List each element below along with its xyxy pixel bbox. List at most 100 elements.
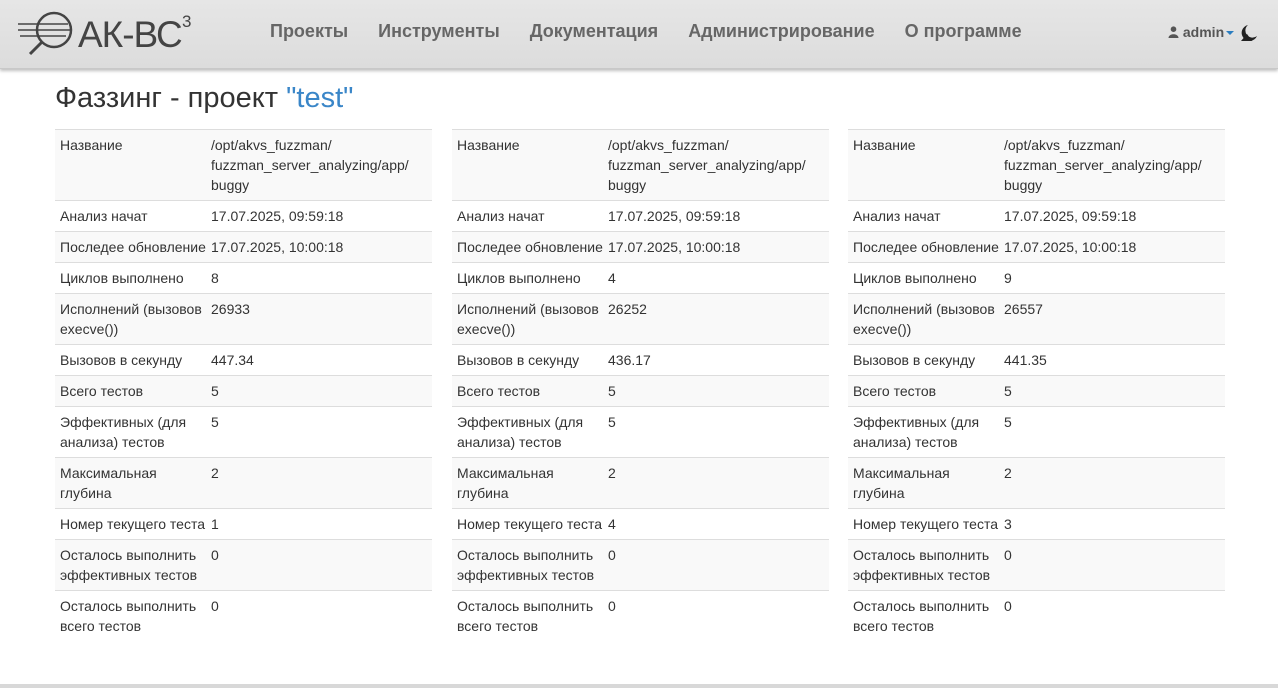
- page-title: Фаззинг - проект "test": [55, 82, 353, 115]
- stats-row: Эффективных (для анализа) тестов 5: [452, 406, 829, 457]
- nav-docs[interactable]: Документация: [515, 21, 673, 42]
- stats-panel-3: Название/opt/akvs_fuzzman/ fuzzman_serve…: [848, 129, 1225, 641]
- stat-value: 4: [608, 516, 616, 532]
- stat-value: 5: [211, 383, 219, 399]
- nav-projects[interactable]: Проекты: [255, 21, 363, 42]
- stat-label: Последее обновление: [60, 239, 206, 255]
- stat-label: Название: [457, 137, 520, 153]
- stat-value: /opt/akvs_fuzzman/ fuzzman_server_analyz…: [1004, 137, 1202, 193]
- bottom-scroll-edge: [0, 684, 1278, 688]
- magnifier-logo-icon: [18, 11, 73, 56]
- stat-label: Максимальная глубина: [853, 465, 950, 501]
- stat-value: 4: [608, 270, 616, 286]
- stat-value: 17.07.2025, 09:59:18: [608, 208, 741, 224]
- stat-value: 447.34: [211, 352, 254, 368]
- stat-label: Эффективных (для анализа) тестов: [853, 414, 980, 450]
- stat-label: Эффективных (для анализа) тестов: [457, 414, 584, 450]
- stats-row: Вызовов в секунду 436.17: [452, 344, 829, 375]
- stats-row: Эффективных (для анализа) тестов 5: [55, 406, 432, 457]
- stat-label: Эффективных (для анализа) тестов: [60, 414, 187, 450]
- stat-value: 5: [1004, 414, 1012, 430]
- stats-row: Осталось выполнить эффективных тестов 0: [848, 539, 1225, 590]
- stats-row: Циклов выполнено 8: [55, 262, 432, 293]
- user-name: admin: [1182, 24, 1225, 40]
- stat-label: Осталось выполнить всего тестов: [457, 598, 594, 634]
- nav-about[interactable]: О программе: [890, 21, 1037, 42]
- stat-label: Максимальная глубина: [457, 465, 554, 501]
- stat-value: 5: [608, 383, 616, 399]
- stats-row: Максимальная глубина 2: [55, 457, 432, 508]
- stats-panel-1: Название/opt/akvs_fuzzman/ fuzzman_serve…: [55, 129, 432, 641]
- brand-name: АК-ВС: [78, 14, 183, 55]
- stat-label: Номер текущего теста: [60, 516, 206, 532]
- stat-label: Циклов выполнено: [60, 270, 184, 286]
- top-navbar: АК-ВС 3 Проекты Инструменты Документация Ад…: [0, 0, 1278, 69]
- stat-label: Номер текущего теста: [457, 516, 603, 532]
- stats-row: Максимальная глубина 2: [848, 457, 1225, 508]
- main-menu: Проекты Инструменты Документация Администри…: [255, 21, 1037, 42]
- stats-row: Осталось выполнить эффективных тестов 0: [452, 539, 829, 590]
- stat-label: Осталось выполнить всего тестов: [853, 598, 990, 634]
- stats-row: Анализ начат 17.07.2025, 09:59:18: [848, 200, 1225, 231]
- stat-value: 9: [1004, 270, 1012, 286]
- stats-row: Название/opt/akvs_fuzzman/ fuzzman_serve…: [452, 129, 829, 200]
- stats-row: Циклов выполнено 4: [452, 262, 829, 293]
- brand-logo[interactable]: АК-ВС 3: [16, 10, 196, 58]
- nav-tools[interactable]: Инструменты: [363, 21, 515, 42]
- stat-value: 2: [1004, 465, 1012, 481]
- stat-label: Исполнений (вызовов execve()): [457, 301, 599, 337]
- stats-row: Последее обновление 17.07.2025, 10:00:18: [55, 231, 432, 262]
- stats-row: Название/opt/akvs_fuzzman/ fuzzman_serve…: [55, 129, 432, 200]
- stat-value: 26252: [608, 301, 647, 317]
- stat-value: 2: [608, 465, 616, 481]
- stat-value: 17.07.2025, 09:59:18: [211, 208, 344, 224]
- stat-value: 441.35: [1004, 352, 1047, 368]
- stat-label: Название: [60, 137, 123, 153]
- stat-label: Максимальная глубина: [60, 465, 157, 501]
- stats-row: Осталось выполнить всего тестов 0: [55, 590, 432, 641]
- stat-value: 0: [608, 598, 616, 614]
- stats-row: Последее обновление 17.07.2025, 10:00:18: [848, 231, 1225, 262]
- user-menu[interactable]: admin: [1168, 24, 1235, 40]
- project-name-link[interactable]: "test": [286, 82, 353, 114]
- stats-row: Название/opt/akvs_fuzzman/ fuzzman_serve…: [848, 129, 1225, 200]
- stat-value: 17.07.2025, 10:00:18: [608, 239, 741, 255]
- stat-value: 5: [211, 414, 219, 430]
- stat-label: Вызовов в секунду: [60, 352, 183, 368]
- stat-label: Анализ начат: [457, 208, 545, 224]
- stat-value: 17.07.2025, 10:00:18: [1004, 239, 1137, 255]
- stats-row: Осталось выполнить всего тестов 0: [452, 590, 829, 641]
- nav-admin[interactable]: Администрирование: [673, 21, 889, 42]
- stats-row: Циклов выполнено 9: [848, 262, 1225, 293]
- stat-value: 1: [211, 516, 219, 532]
- stat-label: Всего тестов: [457, 383, 541, 399]
- stat-value: 17.07.2025, 09:59:18: [1004, 208, 1137, 224]
- stat-label: Анализ начат: [853, 208, 941, 224]
- stat-value: 0: [211, 598, 219, 614]
- stat-value: 26933: [211, 301, 250, 317]
- stats-row: Исполнений (вызовов execve()) 26933: [55, 293, 432, 344]
- stat-label: Исполнений (вызовов execve()): [60, 301, 202, 337]
- stat-label: Исполнений (вызовов execve()): [853, 301, 995, 337]
- page-title-prefix: Фаззинг - проект: [55, 82, 287, 114]
- user-icon: [1168, 26, 1179, 38]
- stats-row: Номер текущего теста 3: [848, 508, 1225, 539]
- stat-value: 17.07.2025, 10:00:18: [211, 239, 344, 255]
- stats-row: Последее обновление 17.07.2025, 10:00:18: [452, 231, 829, 262]
- stat-value: 2: [211, 465, 219, 481]
- stat-label: Осталось выполнить эффективных тестов: [457, 547, 595, 583]
- stat-value: 5: [1004, 383, 1012, 399]
- chevron-down-icon: [1226, 31, 1235, 36]
- stats-row: Анализ начат 17.07.2025, 09:59:18: [55, 200, 432, 231]
- stat-value: 8: [211, 270, 219, 286]
- stat-label: Анализ начат: [60, 208, 148, 224]
- stats-row: Максимальная глубина 2: [452, 457, 829, 508]
- stat-label: Всего тестов: [853, 383, 937, 399]
- stat-label: Всего тестов: [60, 383, 144, 399]
- moon-icon[interactable]: [1239, 24, 1259, 42]
- stat-label: Осталось выполнить эффективных тестов: [853, 547, 991, 583]
- stats-row: Всего тестов 5: [452, 375, 829, 406]
- stats-row: Всего тестов 5: [55, 375, 432, 406]
- stat-label: Осталось выполнить всего тестов: [60, 598, 197, 634]
- stats-row: Осталось выполнить эффективных тестов 0: [55, 539, 432, 590]
